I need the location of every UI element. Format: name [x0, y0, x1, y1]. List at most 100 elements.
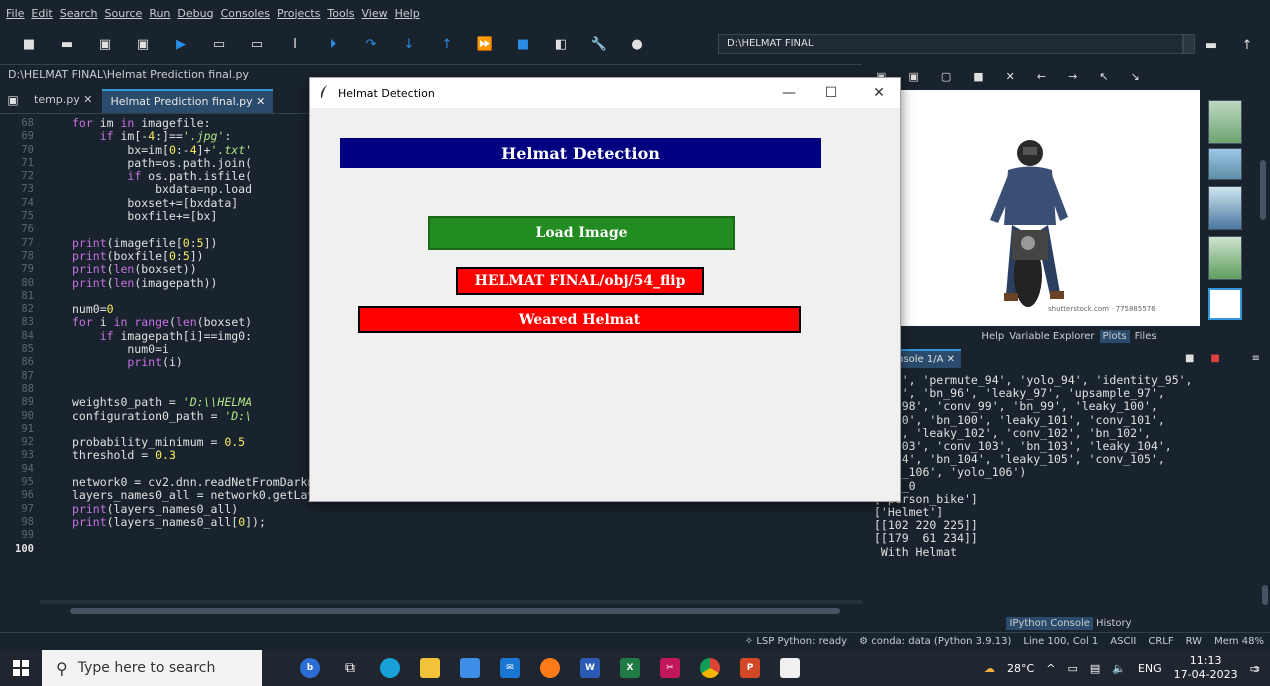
app-header-label: Helmat Detection — [340, 138, 821, 168]
tab-plots[interactable]: Plots — [1099, 329, 1130, 343]
tab-help[interactable]: Help — [981, 331, 1004, 342]
working-directory-input[interactable]: D:\HELMAT FINAL — [718, 34, 1183, 54]
run-cell-icon[interactable]: ▭ — [204, 33, 234, 55]
new-file-icon[interactable]: ■ — [14, 33, 44, 55]
clock[interactable]: 11:13 17-04-2023 — [1174, 654, 1238, 682]
snipping-tool-icon[interactable]: ✂ — [650, 650, 690, 686]
python-path-icon[interactable]: ● — [622, 33, 652, 55]
run-icon[interactable]: ▶ — [166, 33, 196, 55]
maximize-button[interactable]: ☐ — [808, 78, 854, 108]
plot-thumbnail-selected[interactable] — [1208, 288, 1242, 320]
copy-plot-icon[interactable]: ▢ — [941, 70, 951, 83]
console-output[interactable]: v_93', 'permute_94', 'yolo_94', 'identit… — [868, 370, 1260, 614]
run-cell-advance-icon[interactable]: ▭ — [242, 33, 272, 55]
debug-icon[interactable]: ⏵ — [318, 33, 348, 55]
start-button[interactable] — [0, 650, 42, 686]
wrench-icon[interactable]: 🔧 — [584, 33, 614, 55]
previous-plot-icon[interactable]: ← — [1037, 70, 1046, 83]
plot-thumbnail[interactable] — [1208, 100, 1242, 144]
menu-run[interactable]: Run — [149, 7, 170, 20]
battery-icon[interactable]: ▭ — [1067, 662, 1077, 675]
menu-file[interactable]: File — [6, 7, 24, 20]
browse-folder-icon[interactable]: ▬ — [1196, 34, 1226, 56]
remove-all-plots-icon[interactable]: ✕ — [1006, 70, 1015, 83]
menu-search[interactable]: Search — [60, 7, 98, 20]
plot-thumbnail[interactable] — [1208, 148, 1242, 180]
menu-edit[interactable]: Edit — [31, 7, 52, 20]
edge-icon[interactable] — [370, 650, 410, 686]
close-button[interactable]: ✕ — [856, 78, 902, 108]
notification-icon[interactable]: ▭ 3 — [1250, 662, 1260, 675]
console-options-icon[interactable]: ■ ■ ≡ — [1185, 353, 1260, 364]
zoom-in-icon[interactable]: ↘ — [1131, 70, 1140, 83]
network-icon[interactable]: ▤ — [1090, 662, 1100, 675]
mail-icon[interactable]: ✉ — [490, 650, 530, 686]
tab-variable-explorer[interactable]: Variable Explorer — [1009, 331, 1094, 342]
line-number: 94 — [21, 462, 34, 475]
menu-help[interactable]: Help — [395, 7, 420, 20]
status-conda: ⚙ conda: data (Python 3.9.13) — [859, 636, 1012, 647]
editor-horizontal-scrollbar[interactable] — [0, 604, 862, 618]
continue-icon[interactable]: ⏩ — [470, 33, 500, 55]
language-indicator[interactable]: ENG — [1138, 662, 1162, 675]
console-scrollbar[interactable] — [1260, 370, 1270, 614]
save-all-plots-icon[interactable]: ▣ — [908, 70, 918, 83]
zoom-out-icon[interactable]: ↖ — [1099, 70, 1108, 83]
run-selection-icon[interactable]: I — [280, 33, 310, 55]
step-return-icon[interactable]: ↑ — [432, 33, 462, 55]
store-icon[interactable] — [450, 650, 490, 686]
notepad-icon[interactable] — [770, 650, 810, 686]
bottom-right-pane-tabs: IPython Console History — [868, 614, 1270, 632]
load-image-button[interactable]: Load Image — [428, 216, 735, 250]
taskbar-search[interactable]: ⚲ Type here to search — [42, 650, 262, 686]
step-into-icon[interactable]: ↓ — [394, 33, 424, 55]
browse-tabs-icon[interactable]: ▣ — [0, 87, 26, 113]
minimize-button[interactable]: — — [766, 78, 812, 108]
thumbnail-scrollbar[interactable] — [1260, 160, 1266, 220]
line-number: 81 — [21, 289, 34, 302]
maximize-pane-icon[interactable]: ◧ — [546, 33, 576, 55]
task-view-icon[interactable]: ⧉ — [330, 650, 370, 686]
tab-ipython-console[interactable]: IPython Console — [1006, 616, 1093, 630]
firefox-icon[interactable] — [530, 650, 570, 686]
tab-history[interactable]: History — [1096, 618, 1132, 629]
line-number: 86 — [21, 356, 34, 369]
working-directory-dropdown[interactable] — [1183, 34, 1195, 54]
tab-temp[interactable]: temp.py ✕ — [26, 89, 100, 113]
parent-dir-icon[interactable]: ↑ — [1232, 34, 1262, 56]
console-line: mute_106', 'yolo_106') — [874, 465, 1027, 480]
open-file-icon[interactable]: ▬ — [52, 33, 82, 55]
menu-tools[interactable]: Tools — [327, 7, 354, 20]
stop-icon[interactable]: ■ — [508, 33, 538, 55]
windows-taskbar: ⚲ Type here to search b ⧉ ✉ W X ✂ P ☁ 28… — [0, 650, 1270, 686]
chrome-icon[interactable] — [690, 650, 730, 686]
plot-thumbnail[interactable] — [1208, 186, 1242, 230]
file-explorer-icon[interactable] — [410, 650, 450, 686]
status-eol: CRLF — [1148, 636, 1174, 647]
remove-plot-icon[interactable]: ■ — [973, 70, 983, 83]
menu-debug[interactable]: Debug — [177, 7, 213, 20]
plot-thumbnail[interactable] — [1208, 236, 1242, 280]
menu-source[interactable]: Source — [105, 7, 143, 20]
excel-icon[interactable]: X — [610, 650, 650, 686]
line-number: 95 — [21, 476, 34, 489]
line-number: 93 — [21, 449, 34, 462]
tab-files[interactable]: Files — [1135, 331, 1157, 342]
tab-helmat-prediction[interactable]: Helmat Prediction final.py ✕ — [102, 89, 274, 113]
save-icon[interactable]: ▣ — [90, 33, 120, 55]
chevron-up-icon[interactable]: ^ — [1046, 662, 1055, 675]
weather-icon[interactable]: ☁ — [984, 662, 995, 675]
save-all-icon[interactable]: ▣ — [128, 33, 158, 55]
volume-icon[interactable]: 🔈 — [1112, 662, 1126, 675]
weather-temp[interactable]: 28°C — [1007, 662, 1034, 675]
powerpoint-icon[interactable]: P — [730, 650, 770, 686]
step-icon[interactable]: ↷ — [356, 33, 386, 55]
menu-consoles[interactable]: Consoles — [221, 7, 270, 20]
menu-projects[interactable]: Projects — [277, 7, 320, 20]
bing-chat-icon[interactable]: b — [290, 650, 330, 686]
next-plot-icon[interactable]: → — [1068, 70, 1077, 83]
menu-view[interactable]: View — [361, 7, 387, 20]
line-number: 91 — [21, 422, 34, 435]
console-line: cat_98', 'conv_99', 'bn_99', 'leaky_100'… — [874, 399, 1158, 414]
word-icon[interactable]: W — [570, 650, 610, 686]
